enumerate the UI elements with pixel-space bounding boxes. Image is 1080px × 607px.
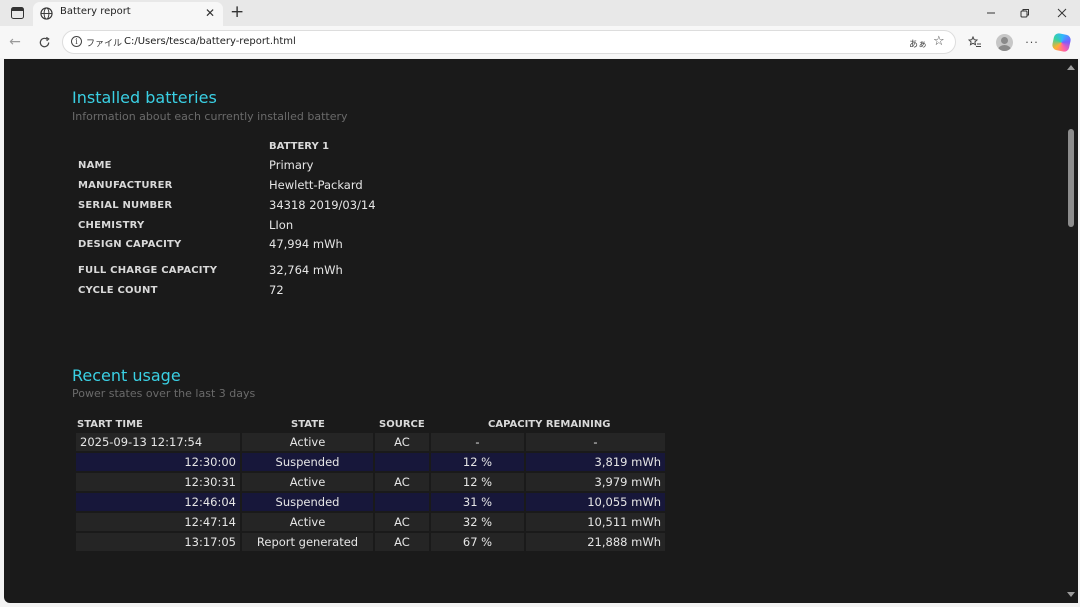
value-design-capacity: 47,994 mWh bbox=[269, 237, 343, 251]
installed-batteries-title: Installed batteries bbox=[72, 88, 217, 107]
vertical-scrollbar[interactable] bbox=[1064, 59, 1078, 603]
label-name: NAME bbox=[78, 160, 112, 171]
battery-column-header: BATTERY 1 bbox=[269, 141, 330, 152]
more-options-icon[interactable]: ··· bbox=[1024, 34, 1040, 50]
cell-source: AC bbox=[375, 473, 429, 491]
refresh-icon[interactable] bbox=[35, 33, 53, 51]
scroll-down-arrow-icon[interactable] bbox=[1067, 592, 1075, 597]
recent-usage-title: Recent usage bbox=[72, 366, 181, 385]
address-bar[interactable]: i ファイル C:/Users/tesca/battery-report.htm… bbox=[62, 30, 956, 54]
cell-capacity-percent: - bbox=[431, 433, 524, 451]
cell-state: Active bbox=[242, 433, 373, 451]
table-row: 12:30:00 Suspended 12 % 3,819 mWh bbox=[76, 453, 665, 471]
value-name: Primary bbox=[269, 158, 314, 172]
close-tab-icon[interactable]: ✕ bbox=[205, 6, 215, 20]
cell-state: Suspended bbox=[242, 453, 373, 471]
cell-capacity-mwh: 10,055 mWh bbox=[526, 493, 665, 511]
cell-start-time: 13:17:05 bbox=[76, 533, 240, 551]
url-text[interactable]: C:/Users/tesca/battery-report.html bbox=[124, 36, 296, 47]
installed-batteries-subtitle: Information about each currently install… bbox=[72, 110, 348, 123]
cell-source bbox=[375, 453, 429, 471]
cell-start-time: 12:30:00 bbox=[76, 453, 240, 471]
table-row: 12:30:31 Active AC 12 % 3,979 mWh bbox=[76, 473, 665, 491]
cell-capacity-percent: 67 % bbox=[431, 533, 524, 551]
favorite-star-icon[interactable]: ☆ bbox=[933, 34, 945, 49]
scroll-up-arrow-icon[interactable] bbox=[1067, 65, 1075, 70]
cell-start-time: 12:30:31 bbox=[76, 473, 240, 491]
recent-usage-subtitle: Power states over the last 3 days bbox=[72, 387, 256, 400]
cell-source: AC bbox=[375, 533, 429, 551]
new-tab-button[interactable]: + bbox=[230, 3, 244, 21]
cell-capacity-mwh: 10,511 mWh bbox=[526, 513, 665, 531]
cell-start-time: 12:46:04 bbox=[76, 493, 240, 511]
header-capacity-remaining: CAPACITY REMAINING bbox=[488, 419, 611, 430]
cell-capacity-mwh: 21,888 mWh bbox=[526, 533, 665, 551]
file-scheme-label: ファイル bbox=[86, 39, 123, 49]
profile-avatar[interactable] bbox=[996, 34, 1013, 51]
cell-state: Report generated bbox=[242, 533, 373, 551]
scrollbar-thumb[interactable] bbox=[1068, 129, 1074, 227]
cell-source bbox=[375, 493, 429, 511]
cell-source: AC bbox=[375, 513, 429, 531]
cell-state: Active bbox=[242, 513, 373, 531]
cell-capacity-percent: 31 % bbox=[431, 493, 524, 511]
read-aloud-icon[interactable]: あぁ bbox=[909, 37, 927, 50]
tab-title: Battery report bbox=[60, 6, 131, 17]
report-page: Installed batteries Information about ea… bbox=[4, 59, 1064, 603]
cell-start-time: 2025-09-13 12:17:54 bbox=[76, 433, 240, 451]
header-state: STATE bbox=[291, 419, 325, 430]
value-full-charge-capacity: 32,764 mWh bbox=[269, 263, 343, 277]
window-menu-icon[interactable] bbox=[8, 4, 26, 22]
label-manufacturer: MANUFACTURER bbox=[78, 180, 173, 191]
cell-start-time: 12:47:14 bbox=[76, 513, 240, 531]
favorites-list-icon[interactable] bbox=[967, 34, 983, 50]
label-cycle-count: CYCLE COUNT bbox=[78, 285, 158, 296]
cell-capacity-mwh: 3,979 mWh bbox=[526, 473, 665, 491]
cell-capacity-percent: 12 % bbox=[431, 473, 524, 491]
tab-battery-report[interactable]: Battery report ✕ bbox=[33, 2, 223, 26]
value-cycle-count: 72 bbox=[269, 283, 284, 297]
back-icon[interactable]: ← bbox=[6, 33, 24, 51]
header-start-time: START TIME bbox=[77, 419, 143, 430]
label-chemistry: CHEMISTRY bbox=[78, 220, 145, 231]
cell-capacity-percent: 12 % bbox=[431, 453, 524, 471]
cell-capacity-mwh: 3,819 mWh bbox=[526, 453, 665, 471]
cell-capacity-mwh: - bbox=[526, 433, 665, 451]
label-full-charge-capacity: FULL CHARGE CAPACITY bbox=[78, 265, 218, 276]
cell-capacity-percent: 32 % bbox=[431, 513, 524, 531]
cell-state: Suspended bbox=[242, 493, 373, 511]
table-row: 2025-09-13 12:17:54 Active AC - - bbox=[76, 433, 665, 451]
label-design-capacity: DESIGN CAPACITY bbox=[78, 239, 182, 250]
cell-state: Active bbox=[242, 473, 373, 491]
table-row: 12:47:14 Active AC 32 % 10,511 mWh bbox=[76, 513, 665, 531]
globe-icon bbox=[40, 7, 53, 20]
info-icon[interactable]: i bbox=[71, 36, 82, 47]
table-row: 12:46:04 Suspended 31 % 10,055 mWh bbox=[76, 493, 665, 511]
address-toolbar: ← i ファイル C:/Users/tesca/battery-report.h… bbox=[0, 26, 1080, 58]
label-serial-number: SERIAL NUMBER bbox=[78, 200, 173, 211]
close-window-icon[interactable] bbox=[1054, 5, 1070, 21]
tab-strip: Battery report ✕ + bbox=[0, 0, 1080, 26]
cell-source: AC bbox=[375, 433, 429, 451]
value-serial-number: 34318 2019/03/14 bbox=[269, 198, 376, 212]
header-source: SOURCE bbox=[379, 419, 425, 430]
value-chemistry: LIon bbox=[269, 218, 294, 232]
minimize-icon[interactable] bbox=[983, 5, 999, 21]
table-row: 13:17:05 Report generated AC 67 % 21,888… bbox=[76, 533, 665, 551]
value-manufacturer: Hewlett-Packard bbox=[269, 178, 363, 192]
recent-usage-table: 2025-09-13 12:17:54 Active AC - - 12:30:… bbox=[74, 431, 667, 553]
restore-icon[interactable] bbox=[1017, 5, 1033, 21]
